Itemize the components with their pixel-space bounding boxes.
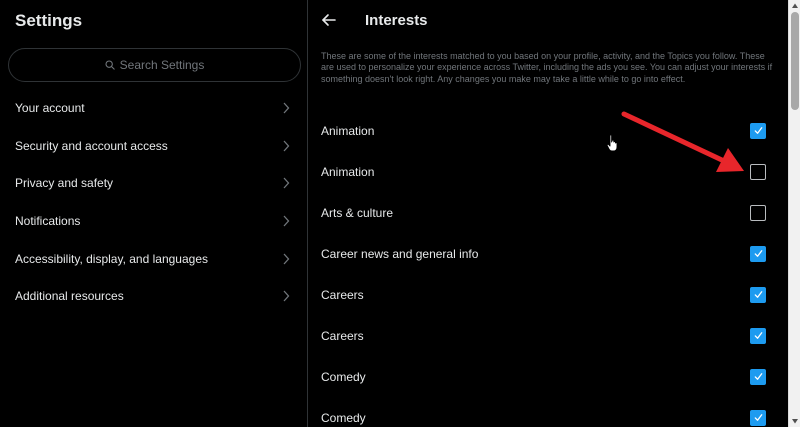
interest-checkbox[interactable]	[750, 368, 766, 385]
hand-cursor-icon	[606, 134, 618, 152]
chevron-right-icon	[283, 215, 290, 227]
interest-checkbox[interactable]	[750, 245, 766, 262]
settings-sidebar: Settings Search Settings Your account Se…	[0, 0, 308, 427]
interest-checkbox[interactable]	[750, 286, 766, 303]
interest-checkbox[interactable]	[750, 163, 766, 180]
chevron-right-icon	[283, 102, 290, 114]
interest-label: Comedy	[321, 369, 366, 384]
nav-item-label: Privacy and safety	[15, 176, 114, 190]
nav-item-your-account[interactable]: Your account	[0, 89, 307, 127]
checkmark-icon	[754, 250, 762, 257]
interest-row[interactable]: Careers	[308, 274, 788, 315]
settings-title: Settings	[15, 11, 83, 30]
arrow-left-icon[interactable]	[321, 12, 337, 28]
interests-title: Interests	[365, 12, 428, 29]
interest-checkbox[interactable]	[750, 204, 766, 221]
interest-checkbox[interactable]	[750, 122, 766, 139]
checkmark-icon	[754, 414, 762, 421]
interest-checkbox[interactable]	[750, 409, 766, 426]
interests-description: These are some of the interests matched …	[321, 51, 773, 84]
interest-row[interactable]: Comedy	[308, 397, 788, 427]
chevron-right-icon	[283, 290, 290, 302]
interest-label: Comedy	[321, 410, 366, 425]
scrollbar-thumb[interactable]	[791, 12, 799, 110]
scroll-down-icon[interactable]	[791, 417, 799, 425]
nav-item-privacy[interactable]: Privacy and safety	[0, 164, 307, 202]
nav-item-notifications[interactable]: Notifications	[0, 202, 307, 240]
vertical-scrollbar[interactable]	[788, 0, 800, 427]
interest-row[interactable]: Career news and general info	[308, 233, 788, 274]
checkmark-icon	[754, 373, 762, 380]
nav-item-label: Security and account access	[15, 139, 168, 153]
checkmark-icon	[754, 127, 762, 134]
interest-label: Careers	[321, 287, 364, 302]
interests-panel: Interests These are some of the interest…	[308, 0, 788, 427]
interest-label: Career news and general info	[321, 246, 479, 261]
nav-item-additional-resources[interactable]: Additional resources	[0, 277, 307, 315]
nav-item-label: Additional resources	[15, 289, 124, 303]
checkmark-icon	[754, 332, 762, 339]
search-icon	[105, 60, 115, 70]
interest-label: Careers	[321, 328, 364, 343]
interest-row[interactable]: Arts & culture	[308, 192, 788, 233]
interest-checkbox[interactable]	[750, 327, 766, 344]
chevron-right-icon	[283, 253, 290, 265]
search-settings-input[interactable]: Search Settings	[8, 48, 301, 82]
nav-item-label: Notifications	[15, 214, 81, 228]
interest-row[interactable]: Careers	[308, 315, 788, 356]
nav-item-security[interactable]: Security and account access	[0, 127, 307, 165]
interest-label: Animation	[321, 123, 375, 138]
nav-item-label: Accessibility, display, and languages	[15, 252, 208, 266]
interest-row[interactable]: Comedy	[308, 356, 788, 397]
chevron-right-icon	[283, 177, 290, 189]
scroll-up-icon[interactable]	[791, 2, 799, 10]
checkmark-icon	[754, 291, 762, 298]
nav-item-label: Your account	[15, 101, 85, 115]
search-placeholder: Search Settings	[119, 58, 205, 72]
interest-label: Arts & culture	[321, 205, 394, 220]
nav-item-accessibility[interactable]: Accessibility, display, and languages	[0, 240, 307, 278]
app-window: Settings Search Settings Your account Se…	[0, 0, 800, 427]
chevron-right-icon	[283, 140, 290, 152]
annotation-arrow-icon	[621, 111, 744, 172]
interest-label: Animation	[321, 164, 375, 179]
